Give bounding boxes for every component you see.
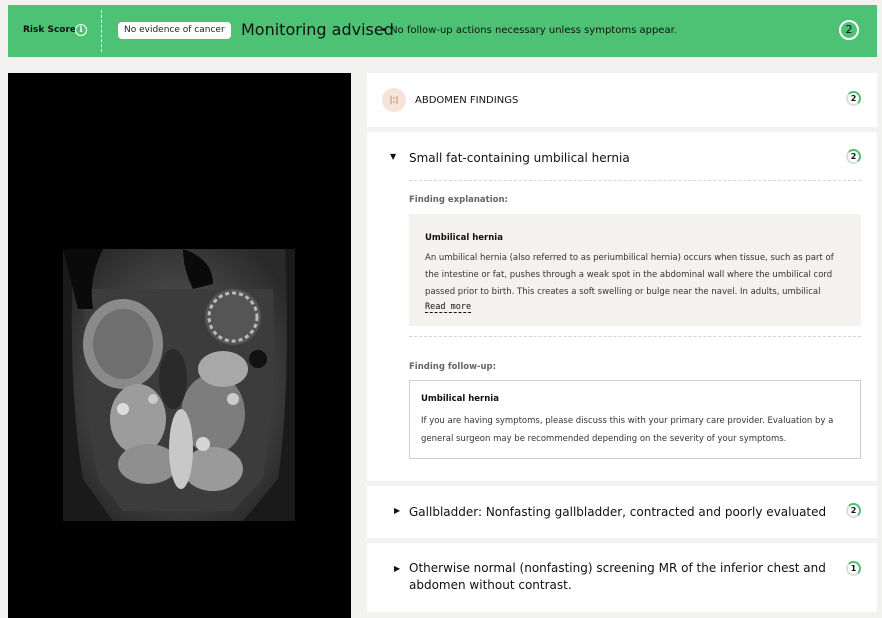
banner-divider bbox=[101, 10, 102, 52]
followup-title: Umbilical hernia bbox=[421, 394, 499, 404]
explanation-body: An umbilical hernia (also referred to as… bbox=[425, 253, 834, 297]
risk-score-badge: 2 bbox=[839, 20, 859, 40]
divider bbox=[409, 336, 861, 337]
followup-box: Umbilical hernia If you are having sympt… bbox=[409, 380, 861, 459]
explanation-box: Umbilical hernia An umbilical hernia (al… bbox=[409, 214, 861, 326]
divider bbox=[409, 180, 861, 181]
status-pill: No evidence of cancer bbox=[118, 22, 231, 39]
monitoring-title: Monitoring advised bbox=[241, 20, 394, 39]
caret-down-icon[interactable]: ▼ bbox=[390, 152, 396, 161]
explanation-title: Umbilical hernia bbox=[425, 233, 503, 243]
info-icon[interactable]: i bbox=[75, 24, 87, 36]
finding-title[interactable]: Otherwise normal (nonfasting) screening … bbox=[409, 560, 829, 594]
finding-severity-badge: 1 bbox=[846, 561, 861, 576]
followup-body: If you are having symptoms, please discu… bbox=[421, 416, 834, 444]
finding-followup-label: Finding follow-up: bbox=[409, 362, 496, 372]
finding-card-normal-screening[interactable]: ▶ Otherwise normal (nonfasting) screenin… bbox=[367, 543, 877, 612]
finding-card-gallbladder[interactable]: ▶ Gallbladder: Nonfasting gallbladder, c… bbox=[367, 486, 877, 538]
caret-right-icon[interactable]: ▶ bbox=[394, 564, 400, 573]
section-count-badge: 2 bbox=[846, 91, 861, 106]
finding-explanation-label: Finding explanation: bbox=[409, 195, 508, 205]
finding-severity-badge: 2 bbox=[846, 503, 861, 518]
monitoring-subtitle: • No follow-up actions necessary unless … bbox=[381, 25, 677, 36]
risk-score-label: Risk Score bbox=[23, 25, 77, 35]
mri-viewer[interactable] bbox=[8, 73, 351, 618]
finding-title[interactable]: Gallbladder: Nonfasting gallbladder, con… bbox=[409, 505, 826, 519]
read-more-link[interactable]: Read more bbox=[425, 302, 472, 313]
abdomen-findings-header[interactable]: ABDOMEN FINDINGS 2 bbox=[367, 73, 877, 127]
finding-card-umbilical-hernia: ▼ Small fat-containing umbilical hernia … bbox=[367, 132, 877, 481]
finding-title[interactable]: Small fat-containing umbilical hernia bbox=[409, 151, 630, 165]
caret-right-icon[interactable]: ▶ bbox=[394, 506, 400, 515]
finding-severity-badge: 2 bbox=[846, 149, 861, 164]
abdomen-icon bbox=[382, 88, 406, 112]
mri-scan-image bbox=[63, 249, 295, 521]
section-title: ABDOMEN FINDINGS bbox=[415, 95, 519, 106]
risk-score-banner: Risk Score i No evidence of cancer Monit… bbox=[8, 5, 877, 57]
